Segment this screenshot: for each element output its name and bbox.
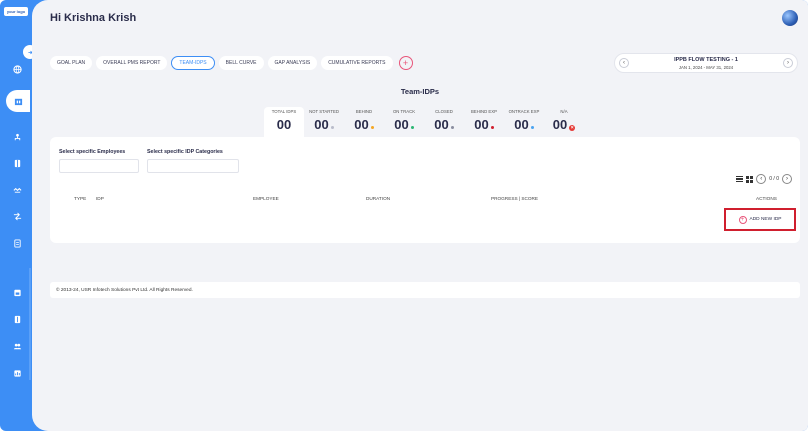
plus-icon: +: [738, 215, 747, 224]
stat-label: NOT STARTED: [309, 109, 339, 114]
column-header-progress-score: PROGRESS | SCORE: [491, 196, 539, 201]
stat-label: ONTRACK EXP: [508, 109, 540, 114]
stat-value: 00: [354, 117, 369, 132]
page-greeting: Hi Krishna Krish: [50, 12, 137, 24]
stat-value: 00: [276, 117, 292, 132]
status-dot: [530, 126, 534, 129]
org-chart-icon[interactable]: [12, 132, 22, 142]
stat-value: 00: [314, 117, 329, 132]
column-header-duration: DURATION: [366, 196, 391, 201]
close-icon: ×: [569, 125, 576, 131]
notebook-icon[interactable]: [12, 314, 22, 324]
stat-value: 00: [474, 117, 489, 132]
tab-gap-analysis[interactable]: GAP ANALYSIS: [267, 56, 318, 70]
handshake-icon[interactable]: [12, 184, 22, 194]
view-controls: ‹ 0 / 0 ›: [736, 174, 792, 184]
section-title: Team-IDPs: [400, 87, 440, 96]
stat-ontrack-exp[interactable]: ONTRACK EXP 00: [504, 107, 544, 137]
column-header-employee: EMPLOYEE: [253, 196, 279, 201]
document-icon[interactable]: [12, 238, 22, 248]
idp-stats: TOTAL IDPS 00 NOT STARTED 00 BEHIND 00 O…: [264, 107, 584, 137]
status-dot: [450, 126, 454, 129]
add-tab-button[interactable]: +: [398, 56, 413, 70]
stat-value: 00: [514, 117, 529, 132]
tab-team-idps[interactable]: TEAM-IDPS: [171, 56, 215, 70]
stat-na[interactable]: N/A 00 ×: [544, 107, 584, 137]
employees-filter-label: Select specific Employees: [59, 149, 126, 155]
cycle-next-button[interactable]: ›: [783, 58, 793, 68]
transfer-icon[interactable]: [12, 211, 22, 221]
column-header-actions: ACTIONS: [756, 196, 777, 201]
team-icon[interactable]: [13, 96, 23, 106]
stat-value: 00: [394, 117, 409, 132]
column-header-type: TYPE: [74, 196, 87, 201]
globe-icon[interactable]: [12, 64, 22, 74]
stat-behind-exp[interactable]: BEHIND EXP 00: [464, 107, 504, 137]
grid-view-icon[interactable]: [746, 175, 754, 183]
stat-label: ON TRACK: [392, 109, 416, 114]
add-new-idp-label: ADD NEW IDP: [749, 217, 782, 222]
list-view-icon[interactable]: [736, 175, 744, 183]
stat-total-idps[interactable]: TOTAL IDPS 00: [264, 107, 304, 137]
cycle-selector[interactable]: ‹ IPPB FLOW TESTING - 1 JAN 1, 2024 - MA…: [614, 53, 798, 73]
prev-page-button[interactable]: ‹: [756, 174, 767, 184]
report-icon[interactable]: [12, 368, 22, 378]
app-frame: your logo Hi Krishna Krish GOAL PLAN OVE…: [0, 0, 808, 431]
stat-label: CLOSED: [435, 109, 453, 114]
stat-label: TOTAL IDPS: [271, 109, 297, 114]
tab-cumulative-reports[interactable]: CUMULATIVE REPORTS: [321, 56, 393, 70]
next-page-button[interactable]: ›: [782, 174, 792, 184]
add-new-idp-button[interactable]: + ADD NEW IDP: [724, 208, 796, 231]
categories-filter-input[interactable]: [147, 159, 239, 173]
tab-bell-curve[interactable]: BELL CURVE: [218, 56, 264, 70]
stat-label: N/A: [560, 109, 568, 114]
idp-panel: Select specific Employees Select specifi…: [50, 137, 800, 243]
stat-value: 00: [434, 117, 449, 132]
avatar[interactable]: [782, 10, 798, 26]
tab-overall-pms-report[interactable]: OVERALL PMS REPORT: [96, 56, 168, 70]
stat-on-track[interactable]: ON TRACK 00: [384, 107, 424, 137]
users-icon[interactable]: [12, 341, 22, 351]
status-dot: [490, 126, 494, 129]
stat-not-started[interactable]: NOT STARTED 00: [304, 107, 344, 137]
categories-filter-label: Select specific IDP Categories: [147, 149, 223, 155]
column-header-idp: IDP: [96, 196, 104, 201]
calendar-icon[interactable]: [12, 287, 22, 297]
status-dot: [330, 126, 334, 129]
stat-label: BEHIND EXP: [470, 109, 498, 114]
footer: © 2013-24, USR Infotech Solutions Pvt Lt…: [50, 282, 800, 298]
stat-label: BEHIND: [355, 109, 373, 114]
cycle-title[interactable]: IPPB FLOW TESTING - 1: [615, 57, 797, 63]
book-icon[interactable]: [12, 158, 22, 168]
pagination-text: 0 / 0: [769, 176, 779, 182]
stat-value: 00: [552, 117, 568, 132]
employees-filter-input[interactable]: [59, 159, 139, 173]
sidebar-divider: [29, 268, 31, 380]
stat-behind[interactable]: BEHIND 00: [344, 107, 384, 137]
report-tabs: GOAL PLAN OVERALL PMS REPORT TEAM-IDPS B…: [50, 56, 413, 70]
stat-closed[interactable]: CLOSED 00: [424, 107, 464, 137]
tab-goal-plan[interactable]: GOAL PLAN: [50, 56, 93, 70]
status-dot: [370, 126, 374, 129]
status-dot: [410, 126, 414, 129]
main-content: Hi Krishna Krish GOAL PLAN OVERALL PMS R…: [32, 0, 808, 431]
cycle-dates: JAN 1, 2024 - MAY 31, 2024: [678, 65, 734, 70]
brand-logo: your logo: [4, 7, 28, 16]
